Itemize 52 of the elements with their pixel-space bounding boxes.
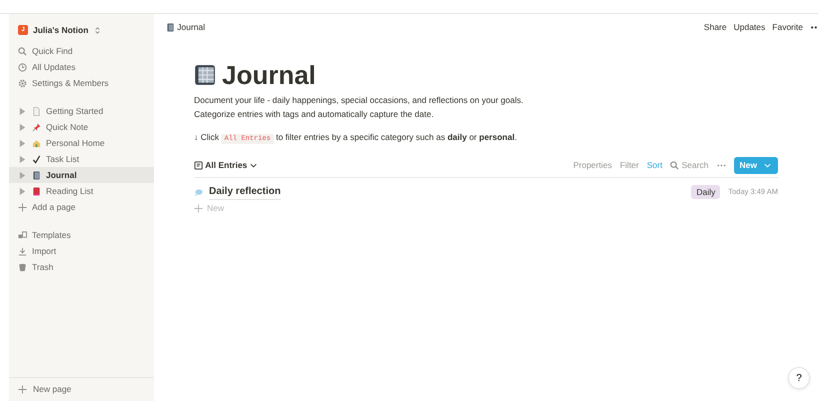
workspace-name: Julia's Notion — [33, 24, 88, 36]
clock-icon — [18, 62, 27, 72]
description-text: Categorize entries with tags and automatically capture the date. — [194, 108, 435, 121]
toolbar-button[interactable]: Properties — [573, 159, 612, 172]
search-icon — [18, 46, 27, 56]
notebook-icon — [166, 23, 175, 32]
description-text: Document your life - daily happenings, special occasions, and reflections on your goals. — [194, 94, 524, 107]
topbar-action[interactable]: Favorite — [772, 21, 803, 34]
sidebar-item[interactable]: Templates — [9, 227, 154, 243]
trash-icon — [18, 262, 27, 272]
speech-bubble-icon — [194, 188, 203, 197]
pin-icon — [32, 122, 41, 132]
toolbar-button[interactable]: Sort — [646, 159, 662, 172]
new-button[interactable]: New — [734, 157, 778, 174]
sidebar-item[interactable]: Getting Started — [9, 103, 154, 119]
chevron-updown-icon — [93, 26, 102, 34]
new-page-button[interactable]: New page — [9, 377, 154, 401]
breadcrumb-link[interactable]: Journal — [166, 21, 206, 34]
notebook-icon — [32, 170, 41, 180]
sidebar-item[interactable]: Reading List — [9, 183, 154, 199]
sidebar-item[interactable]: Import — [9, 243, 154, 259]
topbar-action[interactable]: Share — [704, 21, 727, 34]
sidebar-item[interactable]: Add a page — [9, 199, 154, 215]
download-icon — [18, 246, 27, 256]
toolbar-button[interactable]: Search — [670, 159, 709, 172]
notebook-icon — [194, 64, 216, 86]
sidebar-item[interactable]: All Updates — [9, 59, 154, 75]
entry-title[interactable]: Daily reflection — [209, 184, 281, 200]
plus-icon — [18, 385, 27, 394]
sidebar-item[interactable]: Trash — [9, 259, 154, 275]
document-icon — [32, 106, 41, 116]
house-icon — [32, 138, 41, 148]
templates-icon — [18, 230, 27, 240]
toolbar-button[interactable]: Filter — [620, 159, 639, 172]
help-button[interactable]: ? — [788, 367, 810, 389]
topbar-action[interactable]: Updates — [734, 21, 766, 34]
search-icon — [670, 161, 680, 170]
settings-icon — [18, 78, 27, 88]
list-view-icon — [194, 161, 203, 170]
tag: Daily — [691, 184, 720, 200]
sidebar-item[interactable]: Settings & Members — [9, 75, 154, 91]
sidebar-item[interactable]: Journal — [9, 167, 154, 183]
plus-icon — [18, 202, 27, 212]
sidebar-item[interactable]: Task List — [9, 151, 154, 167]
sidebar-item[interactable]: Personal Home — [9, 135, 154, 151]
view-selector[interactable]: All Entries — [194, 159, 258, 172]
plus-icon — [194, 204, 203, 213]
book-icon — [32, 186, 41, 196]
check-icon — [32, 154, 41, 164]
sidebar-item[interactable]: Quick Note — [9, 119, 154, 135]
page-title: Journal — [222, 61, 316, 90]
sidebar-item[interactable]: Quick Find — [9, 43, 154, 59]
